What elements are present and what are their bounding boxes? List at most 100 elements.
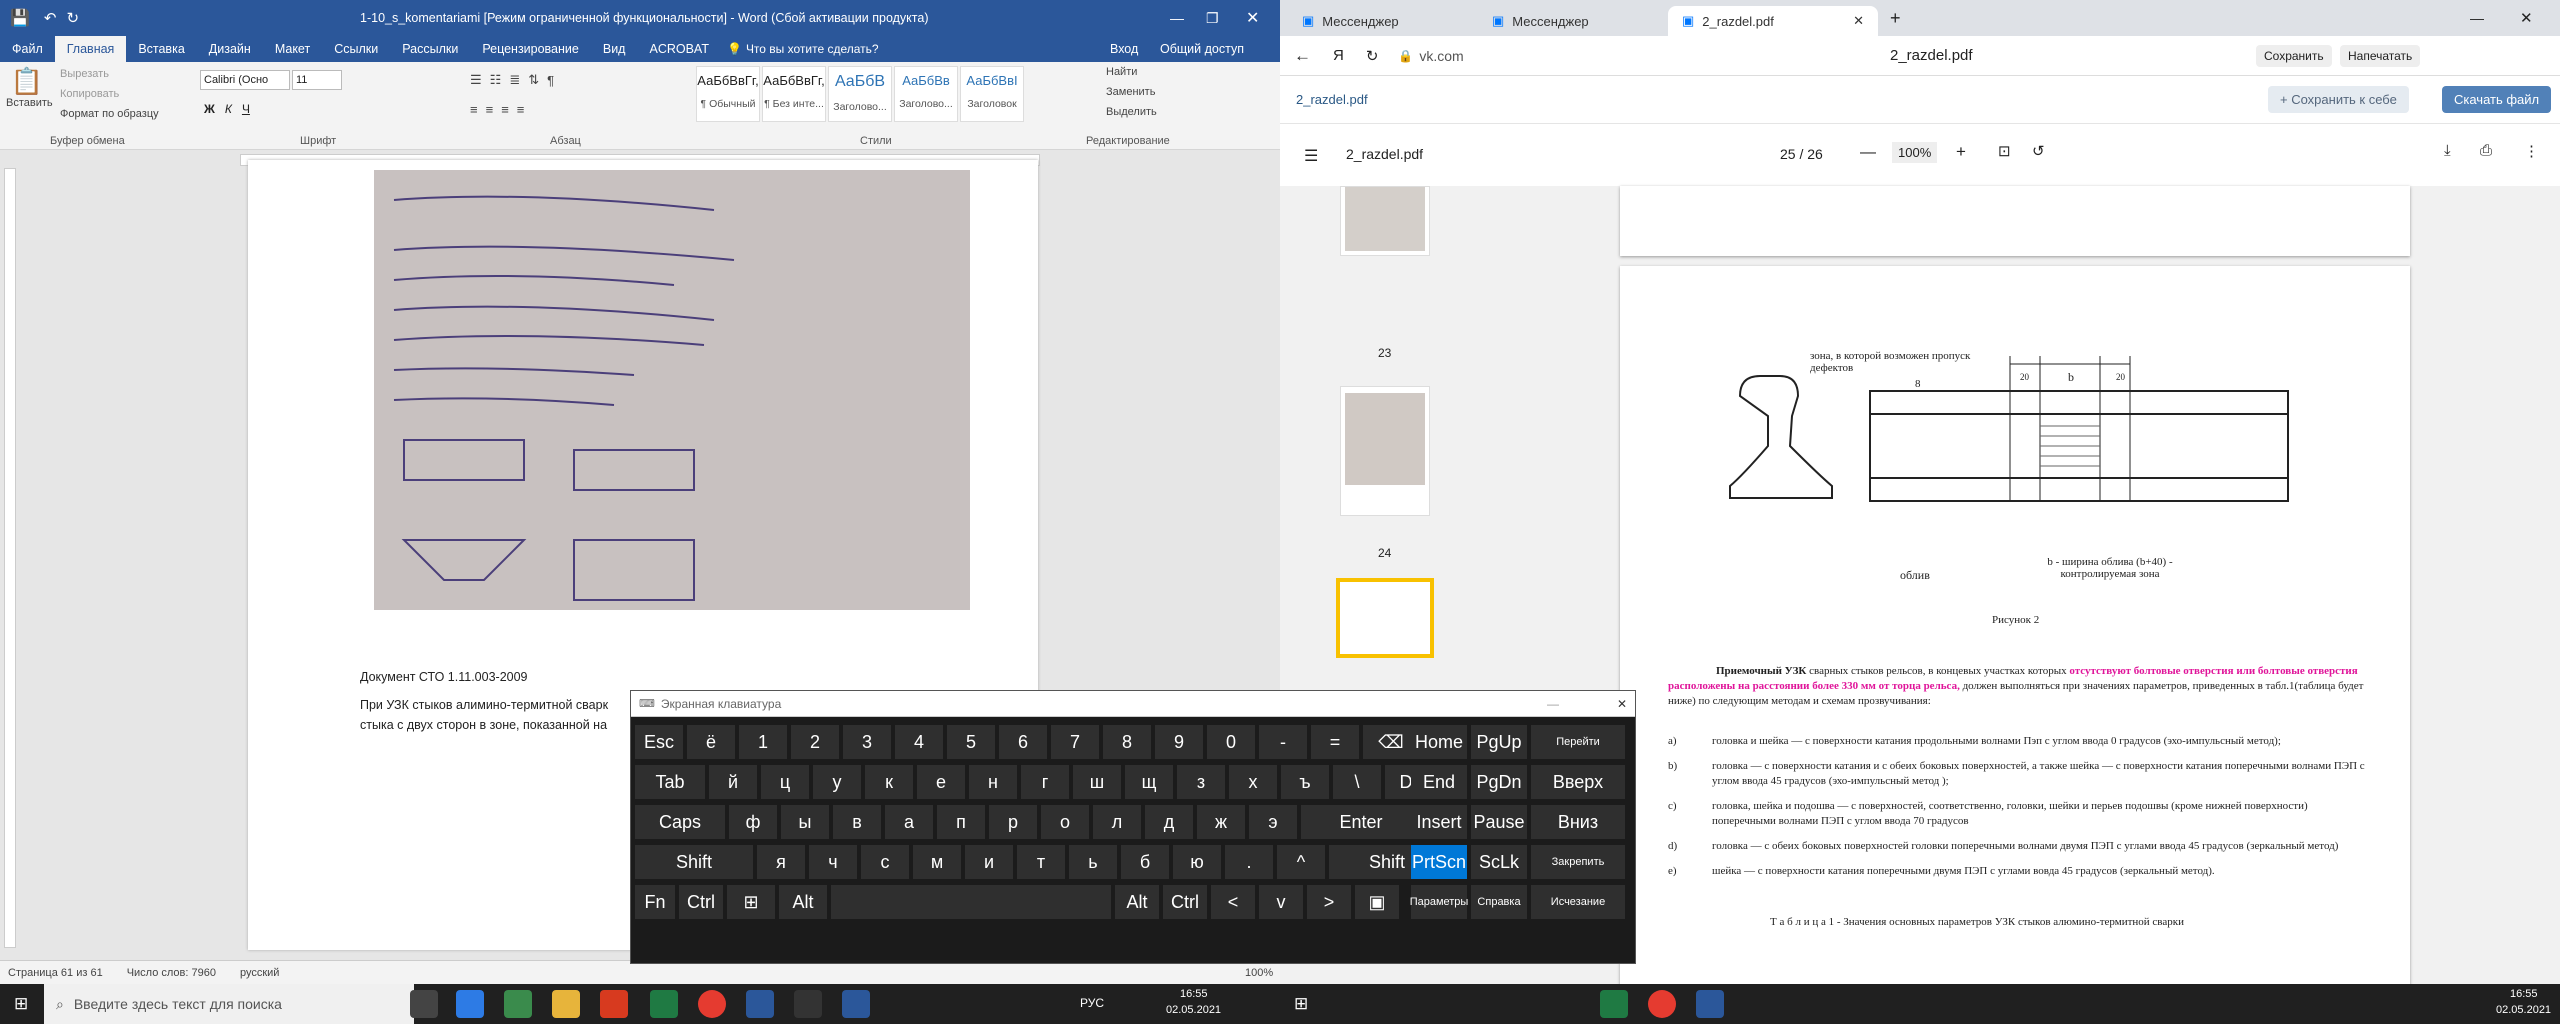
font-name-select[interactable]: Calibri (Осно bbox=[200, 70, 290, 90]
select-button[interactable]: Выделить bbox=[1106, 106, 1157, 118]
app-icon-2[interactable] bbox=[794, 990, 822, 1018]
key-pgup[interactable]: PgUp bbox=[1471, 725, 1527, 759]
language[interactable]: русский bbox=[240, 967, 279, 979]
key-ф[interactable]: ф bbox=[729, 805, 777, 839]
tab-pdf[interactable]: ▣ 2_razdel.pdf ✕ bbox=[1668, 6, 1878, 36]
key-вверх[interactable]: Вверх bbox=[1531, 765, 1625, 799]
save-icon[interactable]: 💾 bbox=[10, 8, 30, 28]
yandex-browser-icon[interactable] bbox=[698, 990, 726, 1018]
key-ы[interactable]: ы bbox=[781, 805, 829, 839]
key-space[interactable] bbox=[831, 885, 1111, 919]
bullets-icon[interactable]: ☰ bbox=[470, 72, 482, 88]
print-pdf-button[interactable]: Напечатать bbox=[2340, 44, 2421, 67]
key-з[interactable]: з bbox=[1177, 765, 1225, 799]
key-а[interactable]: а bbox=[885, 805, 933, 839]
key-pause[interactable]: Pause bbox=[1471, 805, 1527, 839]
zoom-in-icon[interactable]: + bbox=[1956, 142, 1966, 162]
start-icon[interactable]: ⊞ bbox=[14, 994, 28, 1014]
numbering-icon[interactable]: ☷ bbox=[490, 72, 502, 88]
yandex-icon[interactable]: Я bbox=[1333, 47, 1344, 64]
clock-date[interactable]: 02.05.2021 bbox=[1166, 1004, 1221, 1016]
key-0[interactable]: 0 bbox=[1207, 725, 1255, 759]
clock-time-2[interactable]: 16:55 bbox=[2510, 988, 2538, 1000]
tab-mailings[interactable]: Рассылки bbox=[390, 36, 470, 62]
tab-file[interactable]: Файл bbox=[0, 36, 55, 62]
key-щ[interactable]: щ bbox=[1125, 765, 1173, 799]
multilevel-icon[interactable]: ≣ bbox=[509, 72, 520, 88]
thumbnail-23[interactable] bbox=[1340, 186, 1430, 256]
key-⊞[interactable]: ⊞ bbox=[727, 885, 775, 919]
key-м[interactable]: м bbox=[913, 845, 961, 879]
key-insert[interactable]: Insert bbox=[1411, 805, 1467, 839]
redo-icon[interactable]: ↻ bbox=[67, 9, 80, 27]
key-к[interactable]: к bbox=[865, 765, 913, 799]
key-ь[interactable]: ь bbox=[1069, 845, 1117, 879]
pilcrow-icon[interactable]: ¶ bbox=[547, 73, 554, 88]
reload-icon[interactable]: ↻ bbox=[1366, 47, 1379, 65]
key-=[interactable]: = bbox=[1311, 725, 1359, 759]
yandex-browser-icon-2[interactable] bbox=[1648, 990, 1676, 1018]
share-button[interactable]: Общий доступ bbox=[1160, 42, 1244, 56]
tab-messenger-2[interactable]: ▣ Мессенджер bbox=[1478, 6, 1668, 36]
tab-home[interactable]: Главная bbox=[54, 36, 127, 62]
key-4[interactable]: 4 bbox=[895, 725, 943, 759]
key-ш[interactable]: ш bbox=[1073, 765, 1121, 799]
key-н[interactable]: н bbox=[969, 765, 1017, 799]
calculator-icon[interactable] bbox=[456, 990, 484, 1018]
handwritten-notes-photo[interactable] bbox=[374, 170, 970, 610]
key-э[interactable]: э bbox=[1249, 805, 1297, 839]
download-button[interactable]: Скачать файл bbox=[2442, 86, 2552, 113]
close-icon[interactable]: ✕ bbox=[1617, 697, 1627, 711]
key-6[interactable]: 6 bbox=[999, 725, 1047, 759]
key-end[interactable]: End bbox=[1411, 765, 1467, 799]
tell-me-input[interactable]: Что вы хотите сделать? bbox=[746, 42, 879, 56]
key-с[interactable]: с bbox=[861, 845, 909, 879]
replace-button[interactable]: Заменить bbox=[1106, 86, 1155, 98]
pdf-page-25[interactable]: зона, в которой возможен пропуск дефекто… bbox=[1620, 266, 2410, 986]
close-tab-icon[interactable]: ✕ bbox=[1853, 13, 1864, 29]
key-Alt[interactable]: Alt bbox=[779, 885, 827, 919]
save-pdf-button[interactable]: Сохранить bbox=[2256, 44, 2332, 67]
save-to-me-button[interactable]: + Сохранить к себе bbox=[2268, 86, 2409, 113]
key-закрепить[interactable]: Закрепить bbox=[1531, 845, 1625, 879]
key-Esc[interactable]: Esc bbox=[635, 725, 683, 759]
key-вниз[interactable]: Вниз bbox=[1531, 805, 1625, 839]
url-input[interactable]: vk.com bbox=[1419, 48, 1463, 64]
key-ю[interactable]: ю bbox=[1173, 845, 1221, 879]
key-г[interactable]: г bbox=[1021, 765, 1069, 799]
vertical-ruler[interactable] bbox=[4, 168, 16, 948]
key-Caps[interactable]: Caps bbox=[635, 805, 725, 839]
clock-time[interactable]: 16:55 bbox=[1180, 988, 1208, 1000]
style-title[interactable]: АаБбВвI Заголовок bbox=[960, 66, 1024, 122]
key-исчезание[interactable]: Исчезание bbox=[1531, 885, 1625, 919]
key-3[interactable]: 3 bbox=[843, 725, 891, 759]
app-icon-3[interactable] bbox=[842, 990, 870, 1018]
key-ж[interactable]: ж bbox=[1197, 805, 1245, 839]
signin-link[interactable]: Вход bbox=[1110, 42, 1138, 56]
key-ч[interactable]: ч bbox=[809, 845, 857, 879]
key-параметры[interactable]: Параметры bbox=[1410, 885, 1468, 919]
thumbnail-24[interactable] bbox=[1340, 386, 1430, 516]
zoom-input[interactable]: 100% bbox=[1892, 142, 1938, 163]
back-icon[interactable]: ← bbox=[1294, 46, 1311, 66]
key-ё[interactable]: ё bbox=[687, 725, 735, 759]
rotate-icon[interactable]: ↺ bbox=[2032, 142, 2045, 160]
style-heading1[interactable]: АаБбВ Заголово... bbox=[828, 66, 892, 122]
key-2[interactable]: 2 bbox=[791, 725, 839, 759]
copy-button[interactable]: Копировать bbox=[60, 88, 119, 100]
close-icon[interactable]: ✕ bbox=[1246, 8, 1259, 28]
excel-icon-2[interactable] bbox=[1600, 990, 1628, 1018]
key-д[interactable]: д bbox=[1145, 805, 1193, 839]
key-у[interactable]: у bbox=[813, 765, 861, 799]
key-home[interactable]: Home bbox=[1411, 725, 1467, 759]
page-indicator[interactable]: 25 / 26 bbox=[1780, 146, 1823, 162]
style-normal[interactable]: АаБбВвГг, ¶ Обычный bbox=[696, 66, 760, 122]
key-\[interactable]: \ bbox=[1333, 765, 1381, 799]
cut-button[interactable]: Вырезать bbox=[60, 68, 109, 80]
key-и[interactable]: и bbox=[965, 845, 1013, 879]
tab-view[interactable]: Вид bbox=[591, 36, 638, 62]
underline-button[interactable]: Ч bbox=[242, 102, 250, 116]
key-л[interactable]: л bbox=[1093, 805, 1141, 839]
key-Ctrl[interactable]: Ctrl bbox=[679, 885, 723, 919]
key-sclk[interactable]: ScLk bbox=[1471, 845, 1527, 879]
